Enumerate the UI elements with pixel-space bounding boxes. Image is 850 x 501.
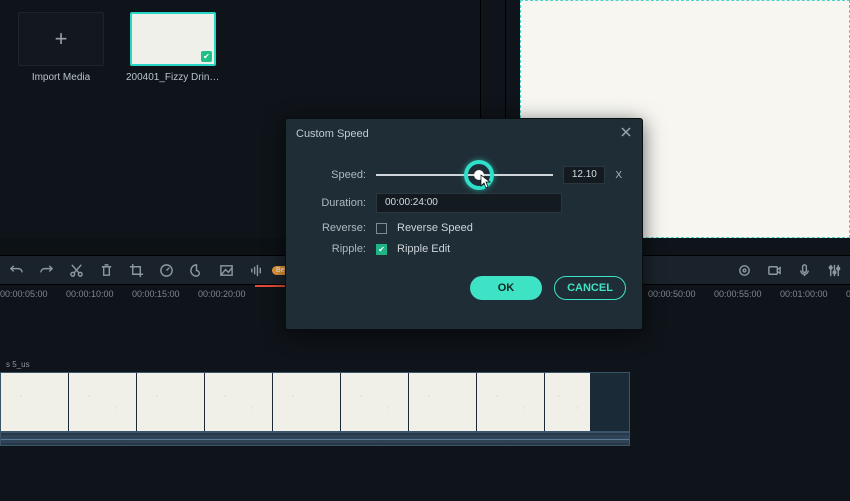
cancel-button[interactable]: CANCEL (554, 276, 626, 300)
crop-icon[interactable] (128, 262, 144, 278)
ruler-tick: 00:00:10:00 (66, 289, 114, 299)
mixer-icon[interactable] (826, 262, 842, 278)
record-icon[interactable] (766, 262, 782, 278)
ripple-checkbox-label: Ripple Edit (397, 243, 450, 255)
speed-slider[interactable] (376, 167, 553, 183)
color-icon[interactable] (188, 262, 204, 278)
cursor-icon (480, 174, 492, 190)
custom-speed-dialog: Custom Speed Speed: 12.10 X Duration: (285, 118, 643, 330)
dialog-footer: OK CANCEL (286, 270, 642, 312)
dialog-titlebar: Custom Speed (286, 119, 642, 149)
speed-unit: X (615, 170, 622, 181)
ruler-tick: 00:01:05:00 (846, 289, 850, 299)
mic-icon[interactable] (796, 262, 812, 278)
reverse-row: Reverse: Reverse Speed (306, 222, 622, 234)
green-screen-icon[interactable] (218, 262, 234, 278)
clip-label: 200401_Fizzy Drinks ... (126, 72, 220, 83)
delete-icon[interactable] (98, 262, 114, 278)
video-editor-app: + Import Media ✔ 200401_Fizzy Drinks ...… (0, 0, 850, 501)
speed-label: Speed: (306, 169, 366, 181)
duration-row: Duration: 00:00:24:00 (306, 193, 622, 213)
ruler-tick: 00:00:20:00 (198, 289, 246, 299)
speed-icon[interactable] (158, 262, 174, 278)
redo-icon[interactable] (38, 262, 54, 278)
reverse-checkbox-label: Reverse Speed (397, 222, 473, 234)
clip-tile[interactable]: ✔ 200401_Fizzy Drinks ... (130, 12, 216, 238)
speed-value-input[interactable]: 12.10 (563, 166, 605, 184)
duration-label: Duration: (306, 197, 366, 209)
ripple-checkbox[interactable]: ✔ (376, 244, 387, 255)
import-media-tile[interactable]: + Import Media (18, 12, 104, 238)
dialog-title: Custom Speed (296, 128, 369, 140)
marker-icon[interactable] (736, 262, 752, 278)
cut-icon[interactable] (68, 262, 84, 278)
reverse-checkbox[interactable] (376, 223, 387, 234)
undo-icon[interactable] (8, 262, 24, 278)
speed-row: Speed: 12.10 X (306, 166, 622, 184)
ruler-tick: 00:00:05:00 (0, 289, 48, 299)
ruler-tick: 00:00:15:00 (132, 289, 180, 299)
ruler-tick: 00:00:55:00 (714, 289, 762, 299)
import-media-label: Import Media (32, 72, 90, 83)
ok-button[interactable]: OK (470, 276, 542, 300)
ripple-row: Ripple: ✔ Ripple Edit (306, 243, 622, 255)
check-icon: ✔ (201, 51, 212, 62)
close-button[interactable] (620, 126, 632, 141)
audio-clip[interactable] (0, 432, 630, 446)
ruler-tick: 00:00:50:00 (648, 289, 696, 299)
timeline-tracks: s 5_us (0, 360, 850, 470)
clip-thumbnail: ✔ (130, 12, 216, 66)
video-clip[interactable] (0, 372, 630, 432)
reverse-label: Reverse: (306, 222, 366, 234)
duration-input[interactable]: 00:00:24:00 (376, 193, 562, 213)
plus-icon: + (18, 12, 104, 66)
ruler-tick: 00:01:00:00 (780, 289, 828, 299)
ripple-label: Ripple: (306, 243, 366, 255)
audio-mix-icon[interactable] (248, 262, 264, 278)
track-label: s 5_us (6, 360, 30, 369)
